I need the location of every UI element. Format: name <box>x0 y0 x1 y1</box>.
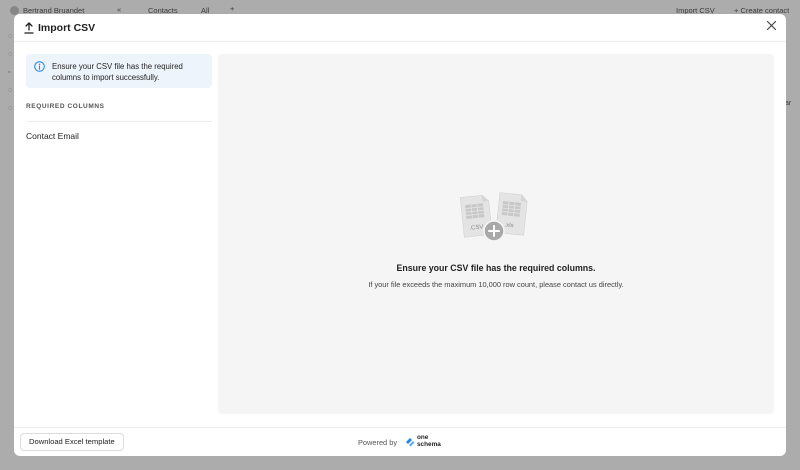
dropzone-title: Ensure your CSV file has the required co… <box>396 263 596 273</box>
modal-title: Import CSV <box>38 22 96 34</box>
brand-line-2: schema <box>417 441 441 448</box>
upload-icon <box>24 22 34 34</box>
oneschema-brand: one schema <box>417 434 441 448</box>
brand-line-1: one <box>417 434 429 441</box>
powered-by-label: Powered by <box>358 438 398 447</box>
modal-footer: Download Excel template Powered by one s… <box>14 427 786 456</box>
close-icon[interactable] <box>766 20 777 31</box>
dropzone-subtitle: If your file exceeds the maximum 10,000 … <box>368 280 624 289</box>
xls-label: .xls <box>504 222 514 229</box>
file-dropzone[interactable]: .CSV .xls Ensure your CSV file has the r… <box>218 54 774 414</box>
required-columns-heading: REQUIRED COLUMNS <box>26 103 105 110</box>
file-upload-illustration-icon: .CSV .xls <box>459 192 528 242</box>
required-column-item: Contact Email <box>26 131 79 141</box>
info-callout: Ensure your CSV file has the required co… <box>26 54 212 88</box>
download-excel-template-button[interactable]: Download Excel template <box>20 433 124 451</box>
oneschema-logo-icon <box>406 438 415 447</box>
import-csv-modal: Import CSV Ensure your CSV file has the … <box>14 14 786 456</box>
info-text: Ensure your CSV file has the required co… <box>52 62 183 82</box>
divider <box>26 121 212 122</box>
info-icon <box>34 61 45 72</box>
required-columns-panel: Ensure your CSV file has the required co… <box>26 54 212 426</box>
modal-header: Import CSV <box>14 14 786 42</box>
